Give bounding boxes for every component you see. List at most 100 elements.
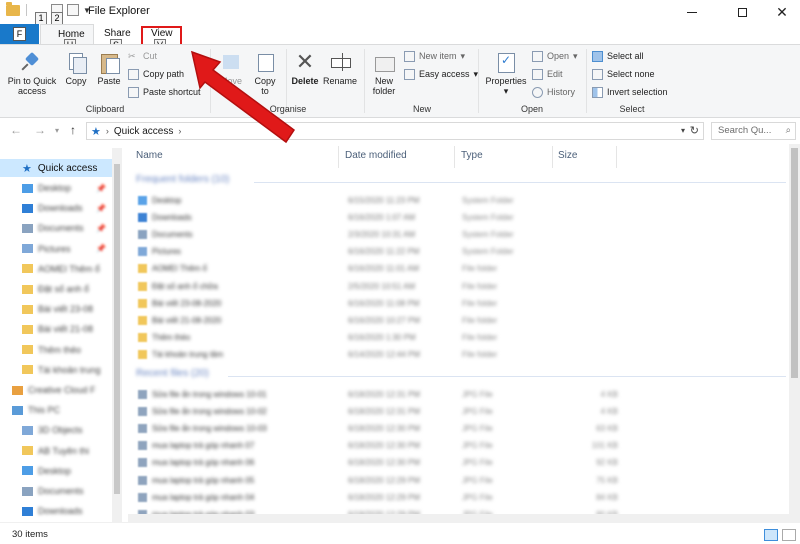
cut-button[interactable]: ✂ Cut	[128, 49, 157, 63]
navigation-pane: ★ Quick access Desktop 📌 Downloads 📌 Documen…	[0, 148, 122, 522]
file-row[interactable]: mua laptop trả góp nhanh 07 6/18/2020 12:…	[136, 439, 618, 453]
column-header-date-modified[interactable]: Date modified	[345, 150, 407, 161]
file-row[interactable]: Sửa file ẩn trong windows 10-02 6/18/2020…	[136, 405, 618, 419]
quick-access-toolbar: ▼	[6, 1, 91, 16]
file-row[interactable]: Tài khoản trung tâm 6/14/2020 12:44 PM Fil…	[136, 348, 616, 362]
nav-item[interactable]: Thêm thẻo	[0, 342, 112, 358]
nav-pane-scrollbar[interactable]	[112, 148, 122, 522]
folder-icon	[12, 405, 23, 415]
ribbon: Pin to Quick access Copy Paste ✂ Cut Cop…	[0, 44, 800, 118]
nav-item[interactable]: Desktop	[0, 463, 112, 479]
details-view-icon[interactable]	[764, 529, 778, 541]
nav-item[interactable]: Documents 📌	[0, 220, 112, 236]
file-list-scroll-thumb[interactable]	[791, 148, 798, 378]
nav-pane-scroll-thumb[interactable]	[114, 164, 120, 494]
nav-item[interactable]: AOMEI Thêm ổ	[0, 261, 112, 277]
folder-icon[interactable]	[6, 1, 20, 16]
copy-path-button[interactable]: Copy path	[128, 67, 184, 81]
nav-item[interactable]: Pictures 📌	[0, 241, 112, 257]
breadcrumb-chevron-icon[interactable]: ›	[178, 126, 181, 136]
image-file-icon	[138, 492, 147, 502]
column-header-type[interactable]: Type	[461, 150, 483, 161]
new-folder-qat-icon[interactable]	[67, 4, 79, 16]
nav-item[interactable]: Desktop 📌	[0, 180, 112, 196]
nav-item[interactable]: Creative Cloud F	[0, 382, 112, 398]
paste-button[interactable]: Paste	[94, 51, 124, 86]
file-row[interactable]: Đặt số anh ổ chữa 2/5/2020 10:51 AM File f…	[136, 280, 616, 294]
nav-item[interactable]: Bài viết 23-08	[0, 301, 112, 317]
forward-arrow-icon[interactable]: →	[34, 123, 46, 137]
nav-item-label: Documents	[38, 486, 84, 496]
nav-item[interactable]: AB Tuyên thi	[0, 443, 112, 459]
file-row[interactable]: Sửa file ẩn trong windows 10-03 6/18/2020…	[136, 422, 618, 436]
file-size: 101 KB	[591, 441, 618, 451]
up-arrow-icon[interactable]: ↑	[70, 123, 76, 137]
easy-access-button[interactable]: Easy access ▾	[404, 67, 478, 81]
nav-item[interactable]: Bài viết 21-08	[0, 321, 112, 337]
column-header-size[interactable]: Size	[558, 150, 577, 161]
file-row[interactable]: Documents 2/3/2020 10:31 AM System Folder	[136, 228, 616, 242]
file-row[interactable]: AOMEI Thêm ổ 6/16/2020 11:01 AM File folde…	[136, 262, 616, 276]
tab-share[interactable]: Share	[104, 28, 131, 39]
folder-icon	[22, 425, 33, 435]
large-icons-view-icon[interactable]	[782, 529, 796, 541]
back-arrow-icon[interactable]: ←	[10, 123, 22, 137]
file-row[interactable]: Pictures 6/16/2020 11:22 PM System Folder	[136, 245, 616, 259]
new-item-button[interactable]: New item ▾	[404, 49, 465, 63]
nav-item[interactable]: Tài khoản trung	[0, 362, 112, 378]
nav-item[interactable]: Documents	[0, 483, 112, 499]
select-none-button[interactable]: Select none	[592, 67, 655, 81]
file-row[interactable]: mua laptop trả góp nhanh 05 6/18/2020 12:…	[136, 474, 618, 488]
column-divider[interactable]	[454, 146, 455, 168]
file-row[interactable]: Sửa file ẩn trong windows 10-01 6/18/2020…	[136, 388, 618, 402]
file-row[interactable]: Downloads 6/16/2020 1:07 AM System Folder	[136, 211, 616, 225]
history-button[interactable]: History	[532, 85, 575, 99]
file-name: mua laptop trả góp nhanh 06	[152, 458, 255, 468]
nav-item[interactable]: Downloads	[0, 503, 112, 519]
group-header-frequent-folders[interactable]: Frequent folders (10)	[136, 174, 229, 185]
search-input[interactable]: Search Qu... ⌕	[711, 122, 796, 140]
file-row[interactable]: Bài viết 21-08-2020 6/16/2020 10:27 PM Fil…	[136, 314, 616, 328]
maximize-button[interactable]	[720, 0, 764, 24]
annotation-arrow-shape	[190, 50, 296, 144]
nav-item-quick-access[interactable]: ★ Quick access	[0, 159, 116, 177]
select-all-button[interactable]: Select all	[592, 49, 644, 63]
folder-icon	[22, 486, 33, 496]
nav-item[interactable]: 3D Objects	[0, 422, 112, 438]
nav-item[interactable]: This PC	[0, 402, 112, 418]
recent-locations-chevron-down-icon[interactable]: ▾	[55, 126, 59, 135]
column-divider[interactable]	[338, 146, 339, 168]
refresh-icon[interactable]: ↻	[690, 124, 699, 137]
nav-item[interactable]: Downloads 📌	[0, 200, 112, 216]
address-input[interactable]: ★ › Quick access › ▾ ↻	[86, 122, 704, 140]
nav-item[interactable]: Đặt số anh ổ	[0, 281, 112, 297]
group-header-recent-files[interactable]: Recent files (20)	[136, 368, 209, 379]
breadcrumb-quick-access[interactable]: Quick access	[114, 126, 173, 137]
breadcrumb-chevron-icon[interactable]: ›	[106, 126, 109, 136]
column-header-name[interactable]: Name	[136, 150, 163, 161]
rename-button[interactable]: Rename	[322, 51, 358, 86]
column-divider[interactable]	[552, 146, 553, 168]
new-folder-button[interactable]: New folder	[368, 51, 400, 96]
minimize-button[interactable]	[670, 0, 714, 24]
file-row[interactable]: Thêm thẻo 6/16/2020 1:30 PM File folder	[136, 331, 616, 345]
file-list-scrollbar[interactable]	[789, 144, 800, 522]
tab-file[interactable]: F	[0, 24, 39, 44]
address-history-chevron-down-icon[interactable]: ▾	[681, 126, 685, 135]
file-row[interactable]: Desktop 6/15/2020 11:23 PM System Folder	[136, 194, 616, 208]
invert-selection-button[interactable]: Invert selection	[592, 85, 668, 99]
copy-button[interactable]: Copy	[62, 51, 90, 86]
properties-button[interactable]: Properties ▾	[484, 51, 528, 96]
file-row[interactable]: mua laptop trả góp nhanh 06 6/18/2020 12:…	[136, 456, 618, 470]
file-row[interactable]: mua laptop trả góp nhanh 04 6/18/2020 12:…	[136, 491, 618, 505]
open-button[interactable]: Open ▾	[532, 49, 578, 63]
copy-label: Copy	[65, 76, 87, 86]
column-divider[interactable]	[616, 146, 617, 168]
folder-icon	[138, 298, 147, 308]
pin-to-quick-access-button[interactable]: Pin to Quick access	[4, 51, 60, 96]
edit-button[interactable]: Edit	[532, 67, 563, 81]
file-row[interactable]: Bài viết 23-08-2020 6/16/2020 11:08 PM Fil…	[136, 297, 616, 311]
group-label-new: New	[412, 104, 431, 114]
file-list-horizontal-scrollbar[interactable]	[128, 514, 789, 522]
close-button[interactable]: ✕	[760, 0, 800, 24]
